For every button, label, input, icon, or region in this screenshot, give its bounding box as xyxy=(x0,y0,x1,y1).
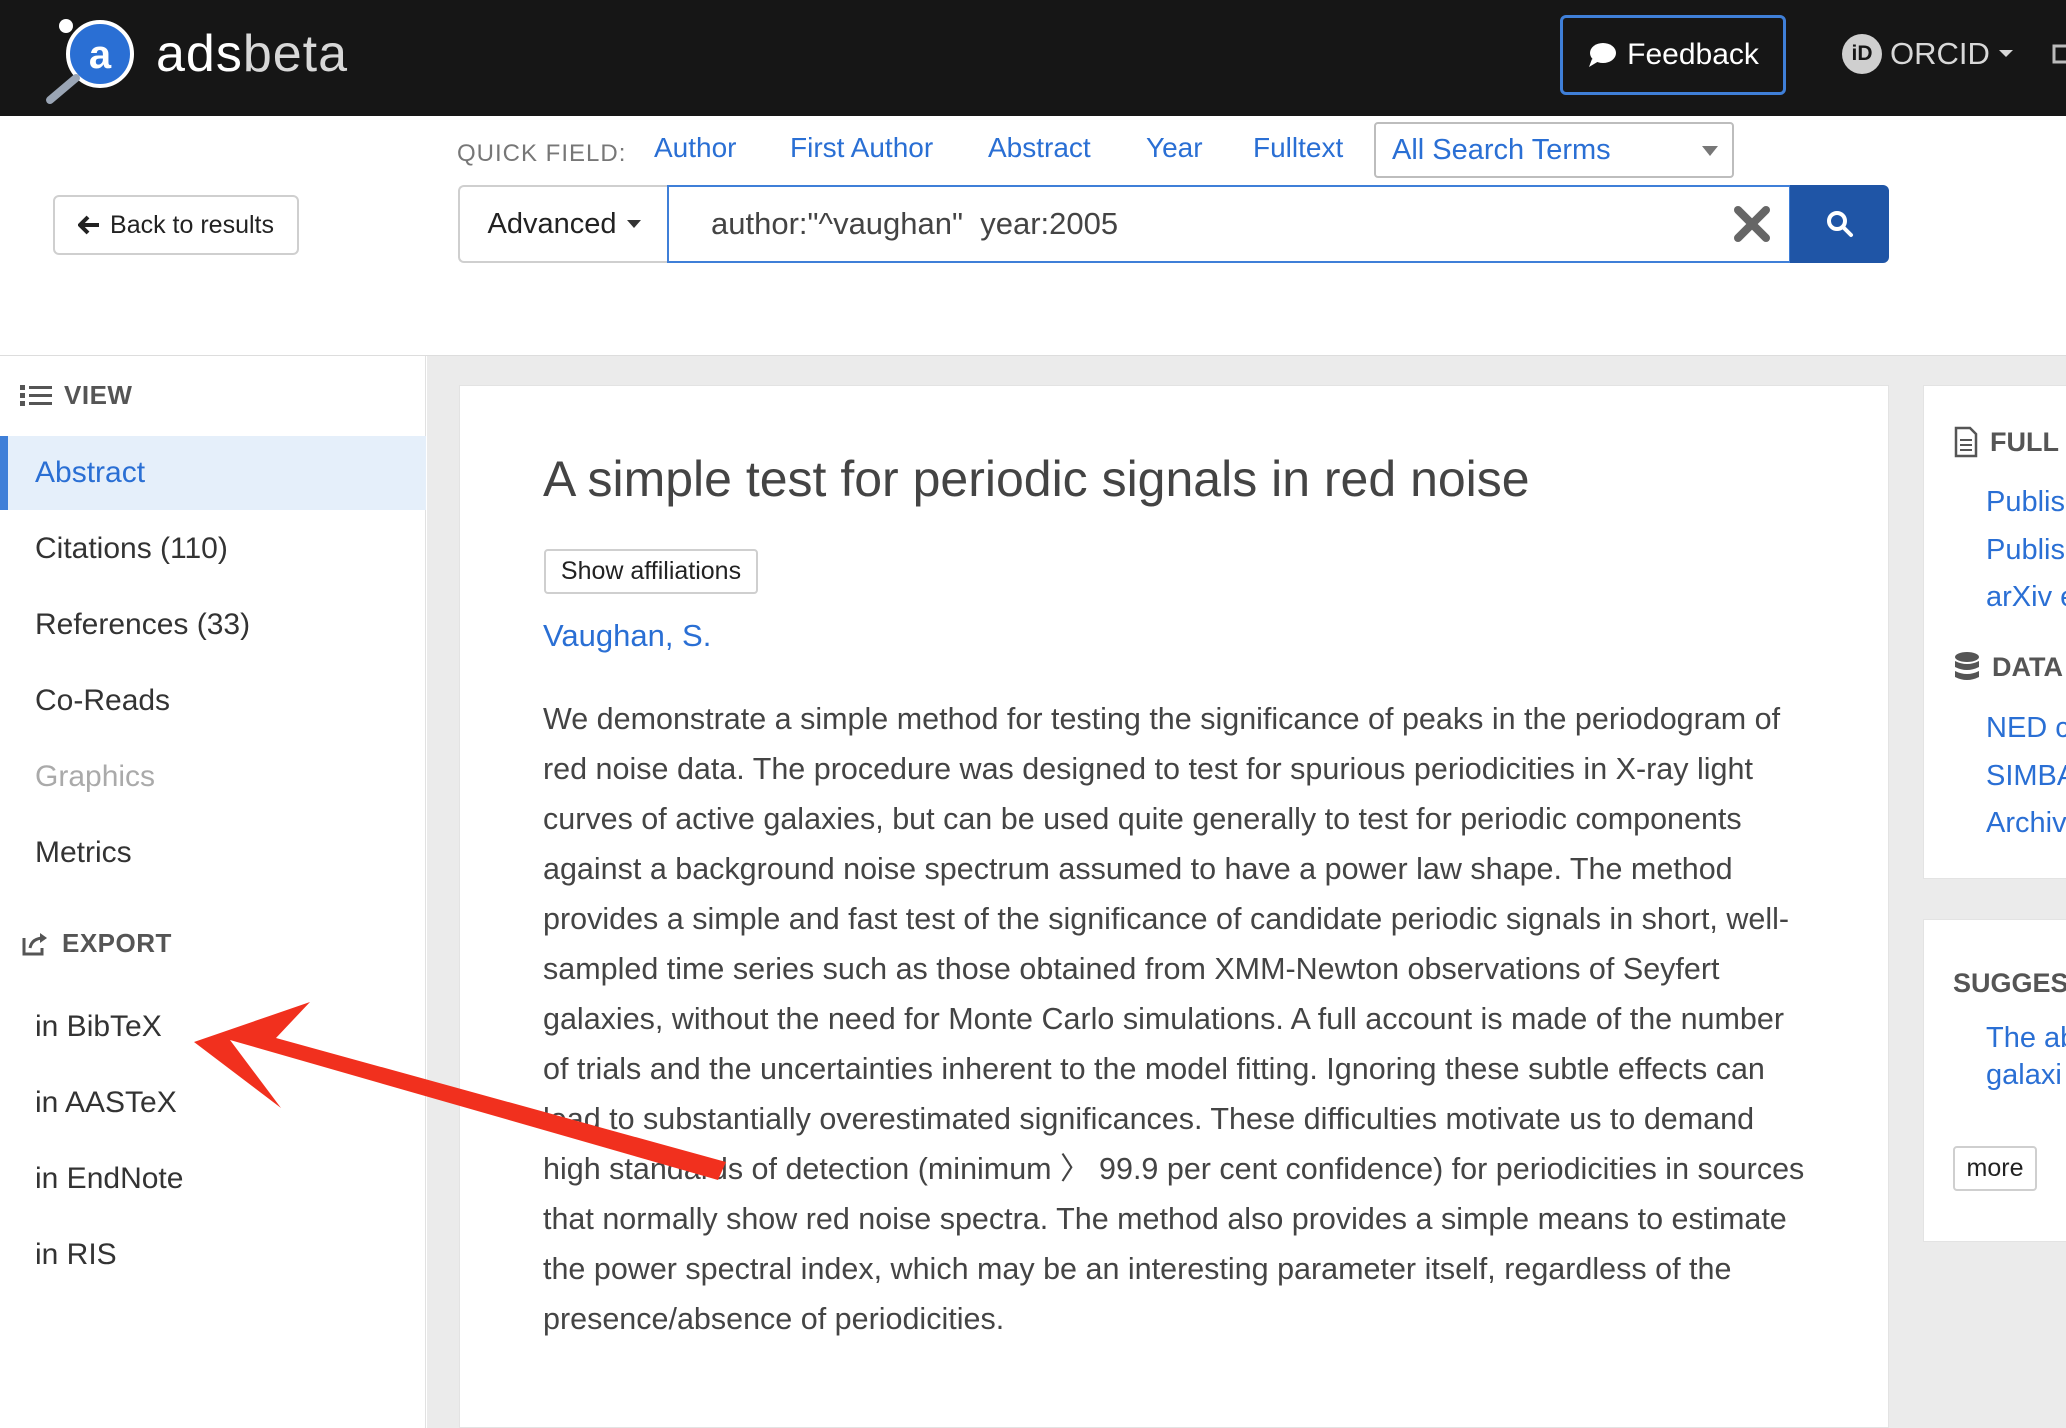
top-navbar: a adsbeta Feedback iD ORCID xyxy=(0,0,2066,116)
author-link[interactable]: Vaughan, S. xyxy=(543,618,711,654)
quick-field-abstract[interactable]: Abstract xyxy=(988,132,1091,164)
feedback-button[interactable]: Feedback xyxy=(1560,15,1786,95)
full-text-sources-card: FULL Publis Publis arXiv e DATA NED c SI… xyxy=(1923,385,2066,879)
account-icon[interactable] xyxy=(2052,40,2066,68)
sidebar-item-metrics[interactable]: Metrics xyxy=(0,816,426,890)
export-endnote[interactable]: in EndNote xyxy=(0,1142,426,1216)
view-heading-label: VIEW xyxy=(64,380,133,410)
search-header: Back to results QUICK FIELD: Author Firs… xyxy=(0,116,2066,356)
export-heading-label: EXPORT xyxy=(62,928,172,958)
suggested-reading-card: SUGGES The ab the X- galaxi more xyxy=(1923,919,2066,1242)
quick-field-year[interactable]: Year xyxy=(1146,132,1203,164)
document-icon xyxy=(1954,426,1978,458)
sidebar-item-references[interactable]: References (33) xyxy=(0,588,426,662)
view-heading: VIEW xyxy=(20,380,132,411)
export-ris[interactable]: in RIS xyxy=(0,1218,426,1292)
data-link-archive[interactable]: Archiv xyxy=(1986,807,2066,840)
svg-text:a: a xyxy=(89,33,112,77)
orcid-menu[interactable]: iD ORCID xyxy=(1842,34,2014,74)
list-icon xyxy=(20,384,52,406)
sidebar: VIEW Abstract Citations (110) References… xyxy=(0,356,426,1428)
sidebar-item-co-reads[interactable]: Co-Reads xyxy=(0,664,426,738)
search-terms-value: All Search Terms xyxy=(1392,133,1611,166)
advanced-label: Advanced xyxy=(487,207,617,240)
advanced-search-dropdown[interactable]: Advanced xyxy=(458,185,668,263)
back-label: Back to results xyxy=(110,210,274,239)
feedback-label: Feedback xyxy=(1627,38,1759,71)
show-affiliations-button[interactable]: Show affiliations xyxy=(544,549,758,594)
orcid-label: ORCID xyxy=(1890,36,1990,71)
quick-field-first-author[interactable]: First Author xyxy=(790,132,933,164)
close-icon[interactable] xyxy=(1732,204,1772,244)
arrow-left-icon xyxy=(78,215,100,235)
suggested-heading: SUGGES xyxy=(1953,968,2066,998)
sidebar-item-citations[interactable]: Citations (110) xyxy=(0,512,426,586)
full-text-heading: FULL xyxy=(1954,426,2059,458)
ads-logo-icon[interactable]: a xyxy=(40,10,148,106)
data-link-simbad[interactable]: SIMBA xyxy=(1986,760,2066,793)
chevron-down-icon xyxy=(1998,50,2013,57)
data-link-ned[interactable]: NED c xyxy=(1986,712,2066,745)
back-to-results-button[interactable]: Back to results xyxy=(53,195,299,255)
full-text-heading-label: FULL xyxy=(1990,426,2059,457)
abstract-text: We demonstrate a simple method for testi… xyxy=(543,702,1805,1336)
export-aastex[interactable]: in AASTeX xyxy=(0,1066,426,1140)
export-bibtex[interactable]: in BibTeX xyxy=(0,990,426,1064)
search-input[interactable] xyxy=(667,185,1791,263)
sidebar-item-graphics: Graphics xyxy=(35,760,156,793)
comment-icon xyxy=(1589,43,1617,67)
fulltext-link-publisher-2[interactable]: Publis xyxy=(1986,534,2065,567)
quick-field-author[interactable]: Author xyxy=(654,132,737,164)
chevron-down-icon xyxy=(1702,146,1718,156)
database-icon xyxy=(1955,652,1979,680)
search-terms-select[interactable]: All Search Terms xyxy=(1374,122,1734,178)
data-products-heading: DATA xyxy=(1954,651,2063,683)
orcid-icon: iD xyxy=(1842,34,1882,74)
sidebar-item-abstract[interactable]: Abstract xyxy=(0,436,426,510)
data-heading-label: DATA xyxy=(1992,651,2063,682)
brand-name[interactable]: adsbeta xyxy=(156,24,348,84)
share-icon xyxy=(22,932,47,955)
paper-title: A simple test for periodic signals in re… xyxy=(543,451,1530,507)
search-button[interactable] xyxy=(1790,185,1889,263)
more-suggestions-button[interactable]: more xyxy=(1953,1146,2037,1191)
chevron-down-icon xyxy=(626,220,641,228)
quick-field-label: QUICK FIELD: xyxy=(457,140,627,167)
fulltext-link-publisher-1[interactable]: Publis xyxy=(1986,486,2065,519)
suggested-paper-link[interactable]: The ab the X- galaxi xyxy=(1986,1020,2066,1094)
fulltext-link-arxiv[interactable]: arXiv e xyxy=(1986,581,2066,614)
export-heading: EXPORT xyxy=(20,928,172,959)
search-icon xyxy=(1826,211,1853,237)
quick-field-fulltext[interactable]: Fulltext xyxy=(1253,132,1343,164)
